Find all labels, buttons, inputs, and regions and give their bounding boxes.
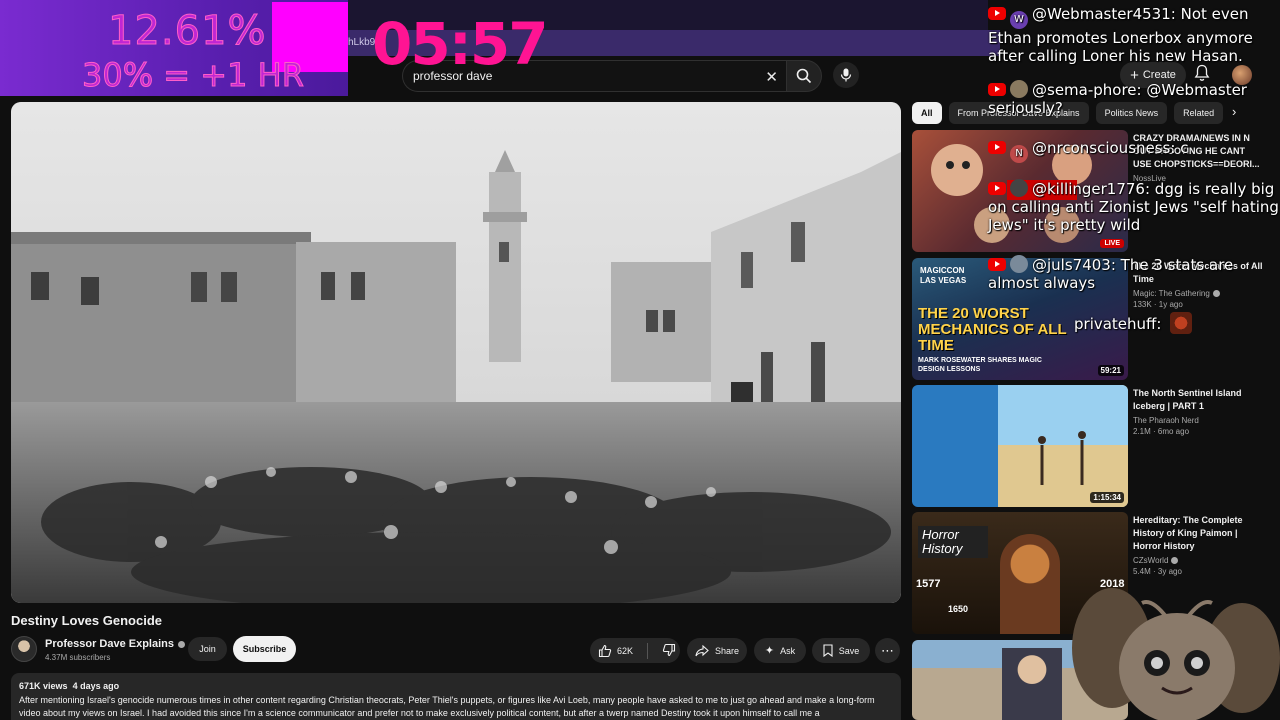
voice-search-button[interactable] [833,62,859,88]
subscriber-count: 4.37M subscribers [45,653,111,662]
more-icon: ⋯ [881,642,894,658]
clear-search-icon[interactable]: ✕ [765,68,778,86]
chat-username: @juls7403: [1032,256,1116,274]
chat-emote [1170,312,1193,334]
ask-label: Ask [780,645,796,656]
share-label: Share [714,645,740,656]
save-label: Save [838,645,860,656]
ask-button[interactable]: ✦ Ask [754,638,806,663]
recommendation-title[interactable]: Hereditary: The Complete History of King… [1133,514,1263,553]
video-duration: 1:15:34 [1090,492,1124,503]
bookmark-icon [823,644,833,657]
recommendation-thumbnail[interactable]: 1:15:34 [912,385,1128,507]
chat-avatar [1010,179,1028,197]
chat-avatar: N [1010,145,1028,163]
chat-text: c [1180,139,1189,157]
chat-avatar [1010,255,1028,273]
search-icon [796,68,812,84]
thumbnail-subline: MARK ROSEWATER SHARES MAGIC DESIGN LESSO… [918,357,1042,373]
video-frame [11,102,901,603]
subscribe-button[interactable]: Subscribe [233,636,296,662]
join-button[interactable]: Join [188,637,227,661]
recommendation-title[interactable]: The North Sentinel Island Iceberg | PART… [1133,387,1263,413]
more-actions-button[interactable]: ⋯ [875,638,900,663]
channel-name-row[interactable]: Professor Dave Explains [45,638,186,650]
upload-age: 4 days ago [72,681,120,691]
chat-message: @sema-phore: @Webmaster seriously? [988,80,1280,117]
youtube-icon [988,258,1006,271]
streamer-avatar [1072,588,1280,720]
save-button[interactable]: Save [812,638,870,663]
thumbnail-headline: Horror History [918,526,988,558]
share-button[interactable]: Share [687,638,747,663]
chip-all[interactable]: All [912,102,942,124]
youtube-icon [988,141,1006,154]
youtube-icon [988,83,1006,96]
video-title: Destiny Loves Genocide [11,613,162,628]
recommendation-meta: 2.1M · 6mo ago [1133,427,1190,436]
recommendation-info: The North Sentinel Island Iceberg | PART… [1133,387,1263,436]
recommendation-channel[interactable]: CZsWorld [1133,556,1168,565]
thumbnail-year: 1577 [916,578,941,590]
chat-username: @nrconsciousness: [1032,139,1176,157]
stat-rule: 30% = +1 HR [82,56,305,95]
verified-icon [1171,557,1179,564]
thumbnail-person [1002,648,1062,720]
youtube-icon [988,7,1006,20]
youtube-icon [988,182,1006,195]
chat-username: privatehuff: [1074,315,1162,333]
like-divider [647,642,649,659]
thumbnail-figure [1000,534,1060,634]
stream-timer: 05:57 [372,10,549,78]
microphone-icon [840,68,852,82]
search-button[interactable] [786,60,822,92]
like-dislike-group: 62K [590,638,680,663]
share-icon [695,644,709,656]
thumbnail-year: 1650 [948,604,969,614]
like-count: 62K [617,645,634,656]
recommendation-meta: 5.4M · 3y ago [1133,567,1182,576]
chat-overlay: W @Webmaster4531: Not even Ethan promotes… [988,0,1280,340]
thumbnail-logo: MAGICCON LAS VEGAS [920,266,967,285]
chat-message: @killinger1776: dgg is really big on cal… [988,179,1280,234]
description-meta: 671K views 4 days ago [19,680,893,693]
chat-username: @killinger1776: [1032,180,1151,198]
channel-avatar[interactable] [11,636,37,662]
chat-username: @sema-phore: [1032,81,1142,99]
thumbs-up-icon [598,644,612,657]
chat-message: privatehuff: [1074,312,1280,334]
recommendation-channel[interactable]: The Pharaoh Nerd [1133,416,1263,425]
thumbnail-scene [998,385,1128,507]
like-button[interactable]: 62K [598,644,633,658]
chat-username: @Webmaster4531: [1032,5,1176,23]
video-player[interactable] [11,102,901,603]
description-box[interactable]: 671K views 4 days ago After mentioning I… [11,673,901,720]
moth-avatar-icon [1072,588,1280,720]
thumbs-down-icon [662,643,676,656]
description-text: After mentioning Israel's genocide numer… [19,695,875,718]
recommendation-item[interactable]: 1:15:34 The North Sentinel Island Iceber… [912,385,1268,507]
stat-percent: 12.61% [108,8,267,55]
chat-message: @juls7403: The 3 stats are almost always [988,255,1280,292]
chat-message: N @nrconsciousness: c [988,139,1280,163]
verified-icon [178,640,186,648]
sparkle-icon: ✦ [764,645,775,657]
chat-message: W @Webmaster4531: Not even Ethan promotes… [988,5,1280,65]
recommendation-info: Hereditary: The Complete History of King… [1133,514,1263,576]
channel-name[interactable]: Professor Dave Explains [45,638,174,650]
view-count: 671K views [19,681,68,691]
chat-avatar: W [1010,11,1028,29]
chat-avatar [1010,80,1028,98]
dislike-button[interactable] [662,643,676,659]
video-duration: 59:21 [1097,365,1124,376]
stream-stats-overlay: 12.61% 30% = +1 HR [0,0,348,96]
recommendation-channel-row[interactable]: CZsWorld [1133,556,1263,565]
